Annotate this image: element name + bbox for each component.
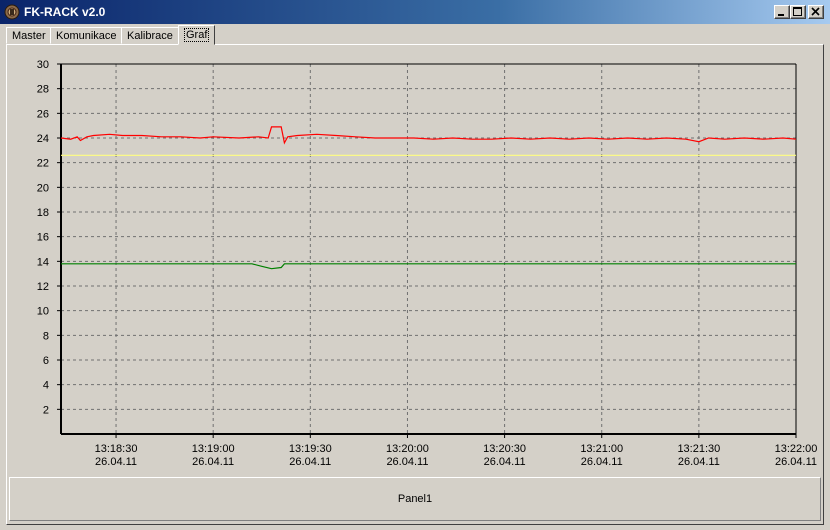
x-tick-label-time: 13:22:00 [775,443,818,455]
tab-kalibrace[interactable]: Kalibrace [121,27,179,44]
tab-label: Kalibrace [127,30,173,42]
tab-label: Komunikace [56,30,117,42]
y-tick-label: 28 [37,84,49,96]
panel1: Panel1 [9,477,821,521]
x-tick-label-date: 26.04.11 [775,456,817,468]
window-title: FK-RACK v2.0 [24,5,106,19]
y-tick-label: 24 [37,133,49,145]
x-tick-label-date: 26.04.11 [289,456,331,468]
y-tick-label: 8 [43,330,49,342]
y-tick-label: 2 [43,404,49,416]
close-button[interactable] [808,5,824,19]
y-tick-label: 14 [37,256,49,268]
x-tick-label-time: 13:19:30 [289,443,332,455]
maximize-icon [793,7,802,16]
x-tick-label-time: 13:19:00 [192,443,235,455]
x-tick-label-time: 13:18:30 [95,443,138,455]
x-tick-label-time: 13:21:00 [580,443,623,455]
y-tick-label: 22 [37,158,49,170]
tab-strip: Master Komunikace Kalibrace Graf [6,25,822,45]
series-line-3 [61,263,796,270]
tab-label: Graf [184,28,210,42]
close-icon [811,7,820,16]
main-window: FK-RACK v2.0 Master Komunikace Kalibrace… [0,0,830,530]
x-tick-label-time: 13:20:00 [386,443,429,455]
x-tick-label-date: 26.04.11 [95,456,137,468]
x-tick-label-date: 26.04.11 [581,456,623,468]
maximize-button[interactable] [790,5,806,19]
x-tick-label-date: 26.04.11 [386,456,428,468]
y-tick-label: 4 [43,380,49,392]
y-tick-label: 30 [37,59,49,71]
y-tick-label: 18 [37,207,49,219]
panel1-label: Panel1 [397,493,433,505]
line-chart: 2468101214161820222426283013:18:3026.04.… [37,59,818,468]
y-tick-label: 20 [37,182,49,194]
y-tick-label: 6 [43,355,49,367]
x-tick-label-date: 26.04.11 [678,456,720,468]
x-tick-label-date: 26.04.11 [192,456,234,468]
tab-label: Master [12,30,46,42]
y-tick-label: 10 [37,306,49,318]
y-tick-label: 26 [37,108,49,120]
x-tick-label-time: 13:21:30 [677,443,720,455]
y-tick-label: 12 [37,281,49,293]
minimize-icon [778,14,784,16]
x-tick-label-date: 26.04.11 [484,456,526,468]
app-icon [4,4,20,20]
y-tick-label: 16 [37,232,49,244]
chart-area: 2 4 6 8 10 12 14 16 18 20 22 24 26 28 30 13:18:30 26.04.… [11,48,819,476]
title-bar[interactable]: FK-RACK v2.0 [0,0,830,24]
tab-master[interactable]: Master [6,27,52,44]
series-line-1 [60,126,797,145]
x-tick-label-time: 13:20:30 [483,443,526,455]
tab-komunikace[interactable]: Komunikace [50,27,123,44]
minimize-button[interactable] [774,5,790,19]
tab-graf[interactable]: Graf [178,25,216,45]
graf-tab-page: 2 4 6 8 10 12 14 16 18 20 22 24 26 28 30 13:18:30 26.04.… [6,44,824,525]
